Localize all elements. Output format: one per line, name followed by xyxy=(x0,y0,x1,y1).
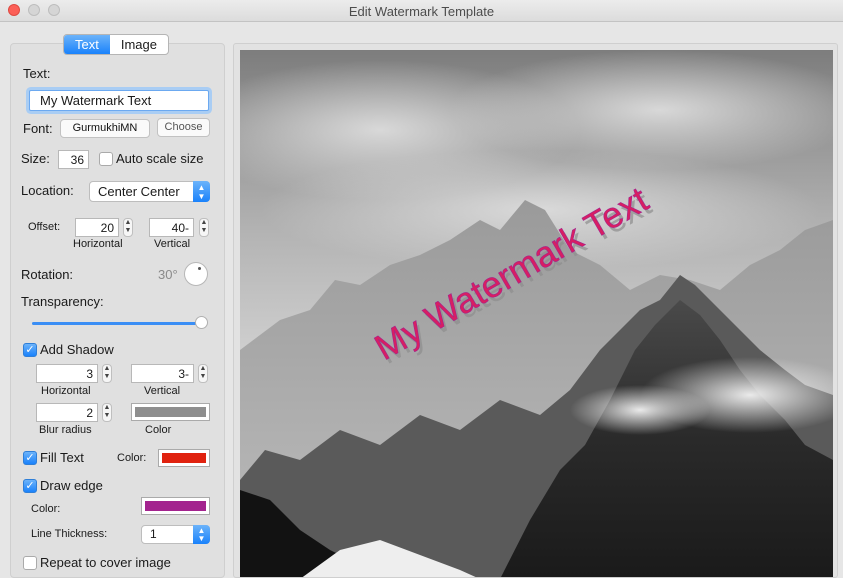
line-thickness-value: 1 xyxy=(150,527,157,541)
auto-scale-label: Auto scale size xyxy=(116,151,204,166)
rotation-dial[interactable] xyxy=(184,262,208,286)
watermark-text-input[interactable]: My Watermark Text xyxy=(29,90,209,111)
tab-image[interactable]: Image xyxy=(110,35,168,54)
shadow-vertical-label: Vertical xyxy=(144,385,181,397)
auto-scale-checkbox[interactable] xyxy=(99,152,113,166)
fill-text-label: Fill Text xyxy=(40,450,84,465)
offset-horizontal-stepper[interactable]: ▲ ▼ xyxy=(123,218,133,237)
rotation-dial-indicator xyxy=(198,267,201,270)
choose-font-button[interactable]: Choose xyxy=(157,118,210,137)
preview-image: My Watermark Text My Watermark Text xyxy=(240,50,833,577)
add-shadow-label: Add Shadow xyxy=(40,342,114,357)
window-title: Edit Watermark Template xyxy=(348,4,495,19)
offset-vertical-label: Vertical xyxy=(154,238,191,250)
add-shadow-checkbox[interactable]: ✓ xyxy=(23,343,37,357)
fill-text-checkbox[interactable]: ✓ xyxy=(23,451,37,465)
offset-label: Offset: xyxy=(28,221,61,233)
line-thickness-label: Line Thickness: xyxy=(31,528,108,540)
blur-radius-label: Blur radius xyxy=(39,424,92,436)
popup-arrows-icon: ▲ ▼ xyxy=(193,181,210,202)
font-name-field[interactable]: GurmukhiMN xyxy=(60,119,150,138)
line-thickness-popup[interactable]: 1 ▲ ▼ xyxy=(141,525,210,544)
shadow-horizontal-label: Horizontal xyxy=(41,385,91,397)
location-popup[interactable]: Center Center ▲ ▼ xyxy=(89,181,210,202)
rotation-value: 30° xyxy=(158,267,178,282)
popup-arrows-icon: ▲ ▼ xyxy=(193,525,210,544)
draw-edge-checkbox[interactable]: ✓ xyxy=(23,479,37,493)
repeat-checkbox[interactable] xyxy=(23,556,37,570)
text-label: Text: xyxy=(23,66,51,81)
mode-segmented-control: Text Image xyxy=(63,34,169,55)
size-input[interactable]: 36 xyxy=(58,150,89,169)
blur-radius-input[interactable]: 2 xyxy=(36,403,98,422)
fill-color-label: Color: xyxy=(117,452,147,464)
fill-color-swatch xyxy=(162,453,206,463)
offset-vertical-input[interactable]: 40- xyxy=(149,218,194,237)
shadow-vertical-input[interactable]: 3- xyxy=(131,364,194,383)
title-bar: Edit Watermark Template xyxy=(0,0,843,22)
transparency-slider-track xyxy=(32,316,208,329)
fill-color-well[interactable] xyxy=(158,449,210,467)
offset-horizontal-label: Horizontal xyxy=(73,238,123,250)
shadow-horizontal-stepper[interactable]: ▲ ▼ xyxy=(102,364,112,383)
preview-pane: My Watermark Text My Watermark Text xyxy=(233,43,838,578)
rotation-label: Rotation: xyxy=(21,267,74,282)
offset-horizontal-input[interactable]: 20 xyxy=(75,218,119,237)
transparency-slider-knob[interactable] xyxy=(195,316,208,329)
edge-color-label: Color: xyxy=(31,503,61,515)
tab-text[interactable]: Text xyxy=(64,35,110,54)
shadow-color-well[interactable] xyxy=(131,403,210,421)
size-label: Size: xyxy=(21,151,50,166)
location-label: Location: xyxy=(21,183,74,198)
shadow-color-swatch xyxy=(135,407,206,417)
edge-color-swatch xyxy=(145,501,206,511)
offset-vertical-stepper[interactable]: ▲ ▼ xyxy=(199,218,209,237)
draw-edge-label: Draw edge xyxy=(40,478,103,493)
edge-color-well[interactable] xyxy=(141,497,210,515)
transparency-slider-fill xyxy=(32,322,202,325)
blur-radius-stepper[interactable]: ▲ ▼ xyxy=(102,403,112,422)
repeat-label: Repeat to cover image xyxy=(40,555,171,570)
shadow-color-label: Color xyxy=(145,424,172,436)
mist-cloud xyxy=(570,385,710,435)
font-label: Font: xyxy=(23,121,53,136)
transparency-label: Transparency: xyxy=(21,294,104,309)
location-value: Center Center xyxy=(98,184,180,199)
shadow-horizontal-input[interactable]: 3 xyxy=(36,364,98,383)
settings-panel: Text: My Watermark Text Font: GurmukhiMN… xyxy=(10,43,225,578)
shadow-vertical-stepper[interactable]: ▲ ▼ xyxy=(198,364,208,383)
